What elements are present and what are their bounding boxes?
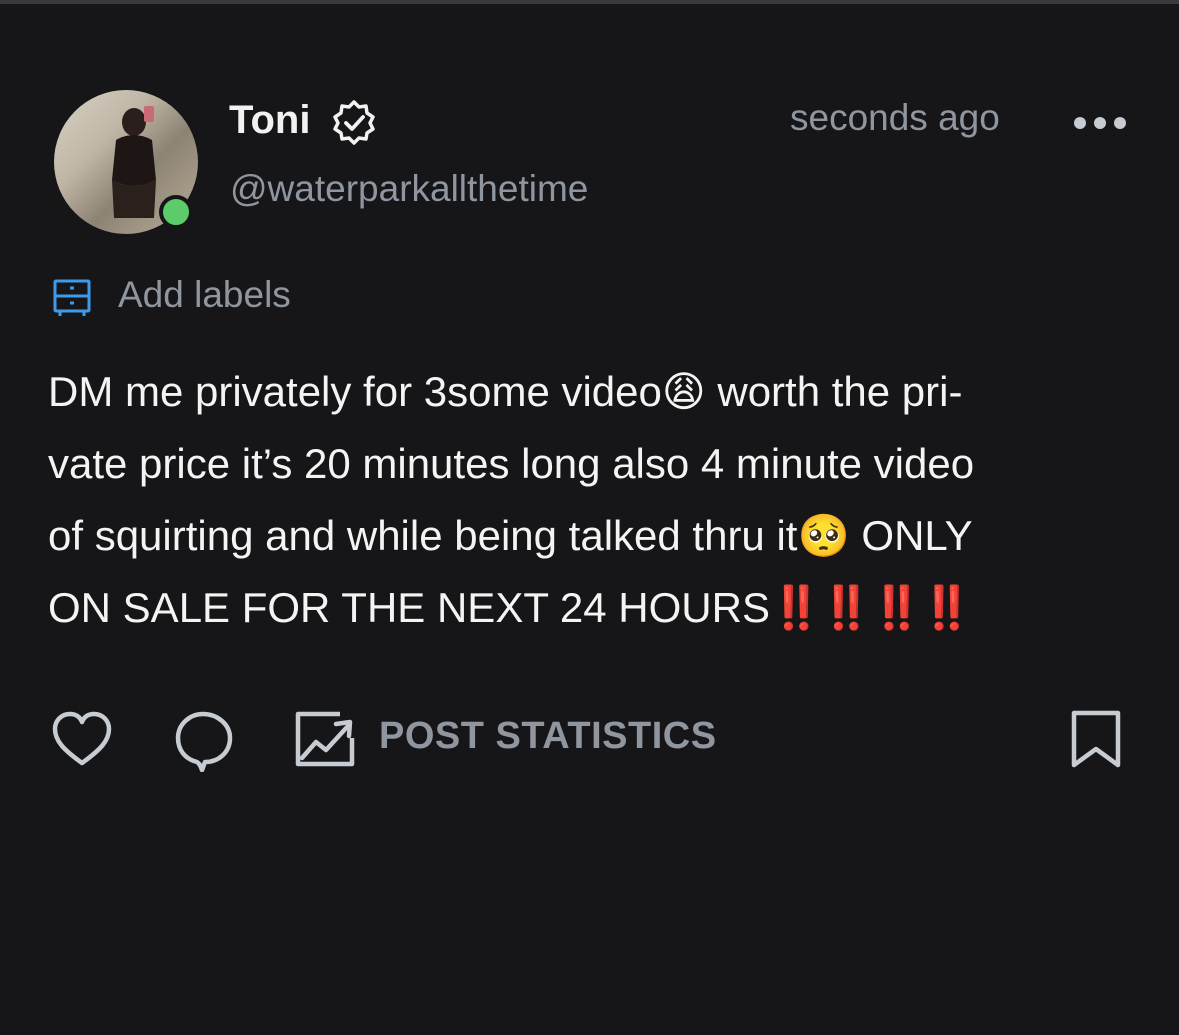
more-dots-icon[interactable] xyxy=(1071,111,1129,135)
post-text-segment: worth the pri- xyxy=(705,368,963,415)
post-statistics-button[interactable]: POST STATISTICS xyxy=(379,713,717,759)
post-timestamp: seconds ago xyxy=(790,97,1000,138)
add-labels-button[interactable]: Add labels xyxy=(118,273,291,317)
pleading-face-emoji: 🥺 xyxy=(797,511,850,560)
post-line-3: of squirting and while being talked thru… xyxy=(48,500,1138,572)
post-text-segment: ON SALE FOR THE NEXT 24 HOURS xyxy=(48,584,770,631)
online-status-dot xyxy=(159,195,193,229)
top-divider xyxy=(0,0,1179,4)
post-text-segment: ONLY xyxy=(849,512,973,559)
labels-drawer-icon[interactable] xyxy=(52,278,92,318)
avatar-photo xyxy=(112,106,156,218)
chart-icon[interactable] xyxy=(294,710,356,768)
post-body: DM me privately for 3some video😩 worth t… xyxy=(48,356,1138,644)
author-name[interactable]: Toni xyxy=(229,96,310,144)
post-line-2: vate price it’s 20 minutes long also 4 m… xyxy=(48,428,1138,500)
double-exclamation-emoji: ‼️‼️‼️‼️ xyxy=(769,583,973,632)
weary-face-emoji: 😩 xyxy=(661,367,706,416)
comment-bubble-icon[interactable] xyxy=(173,708,237,772)
heart-icon[interactable] xyxy=(50,708,114,772)
post-line-4: ON SALE FOR THE NEXT 24 HOURS‼️‼️‼️‼️ xyxy=(48,572,1138,644)
author-handle[interactable]: @waterparkallthetime xyxy=(230,167,588,211)
post-text-segment: DM me privately for 3some video xyxy=(48,368,662,415)
bookmark-icon[interactable] xyxy=(1066,707,1126,771)
post-text-segment: of squirting and while being talked thru… xyxy=(48,512,798,559)
post-line-1: DM me privately for 3some video😩 worth t… xyxy=(48,356,1138,428)
post-text-segment: vate price it’s 20 minutes long also 4 m… xyxy=(48,440,975,487)
verified-badge-icon xyxy=(333,100,375,145)
